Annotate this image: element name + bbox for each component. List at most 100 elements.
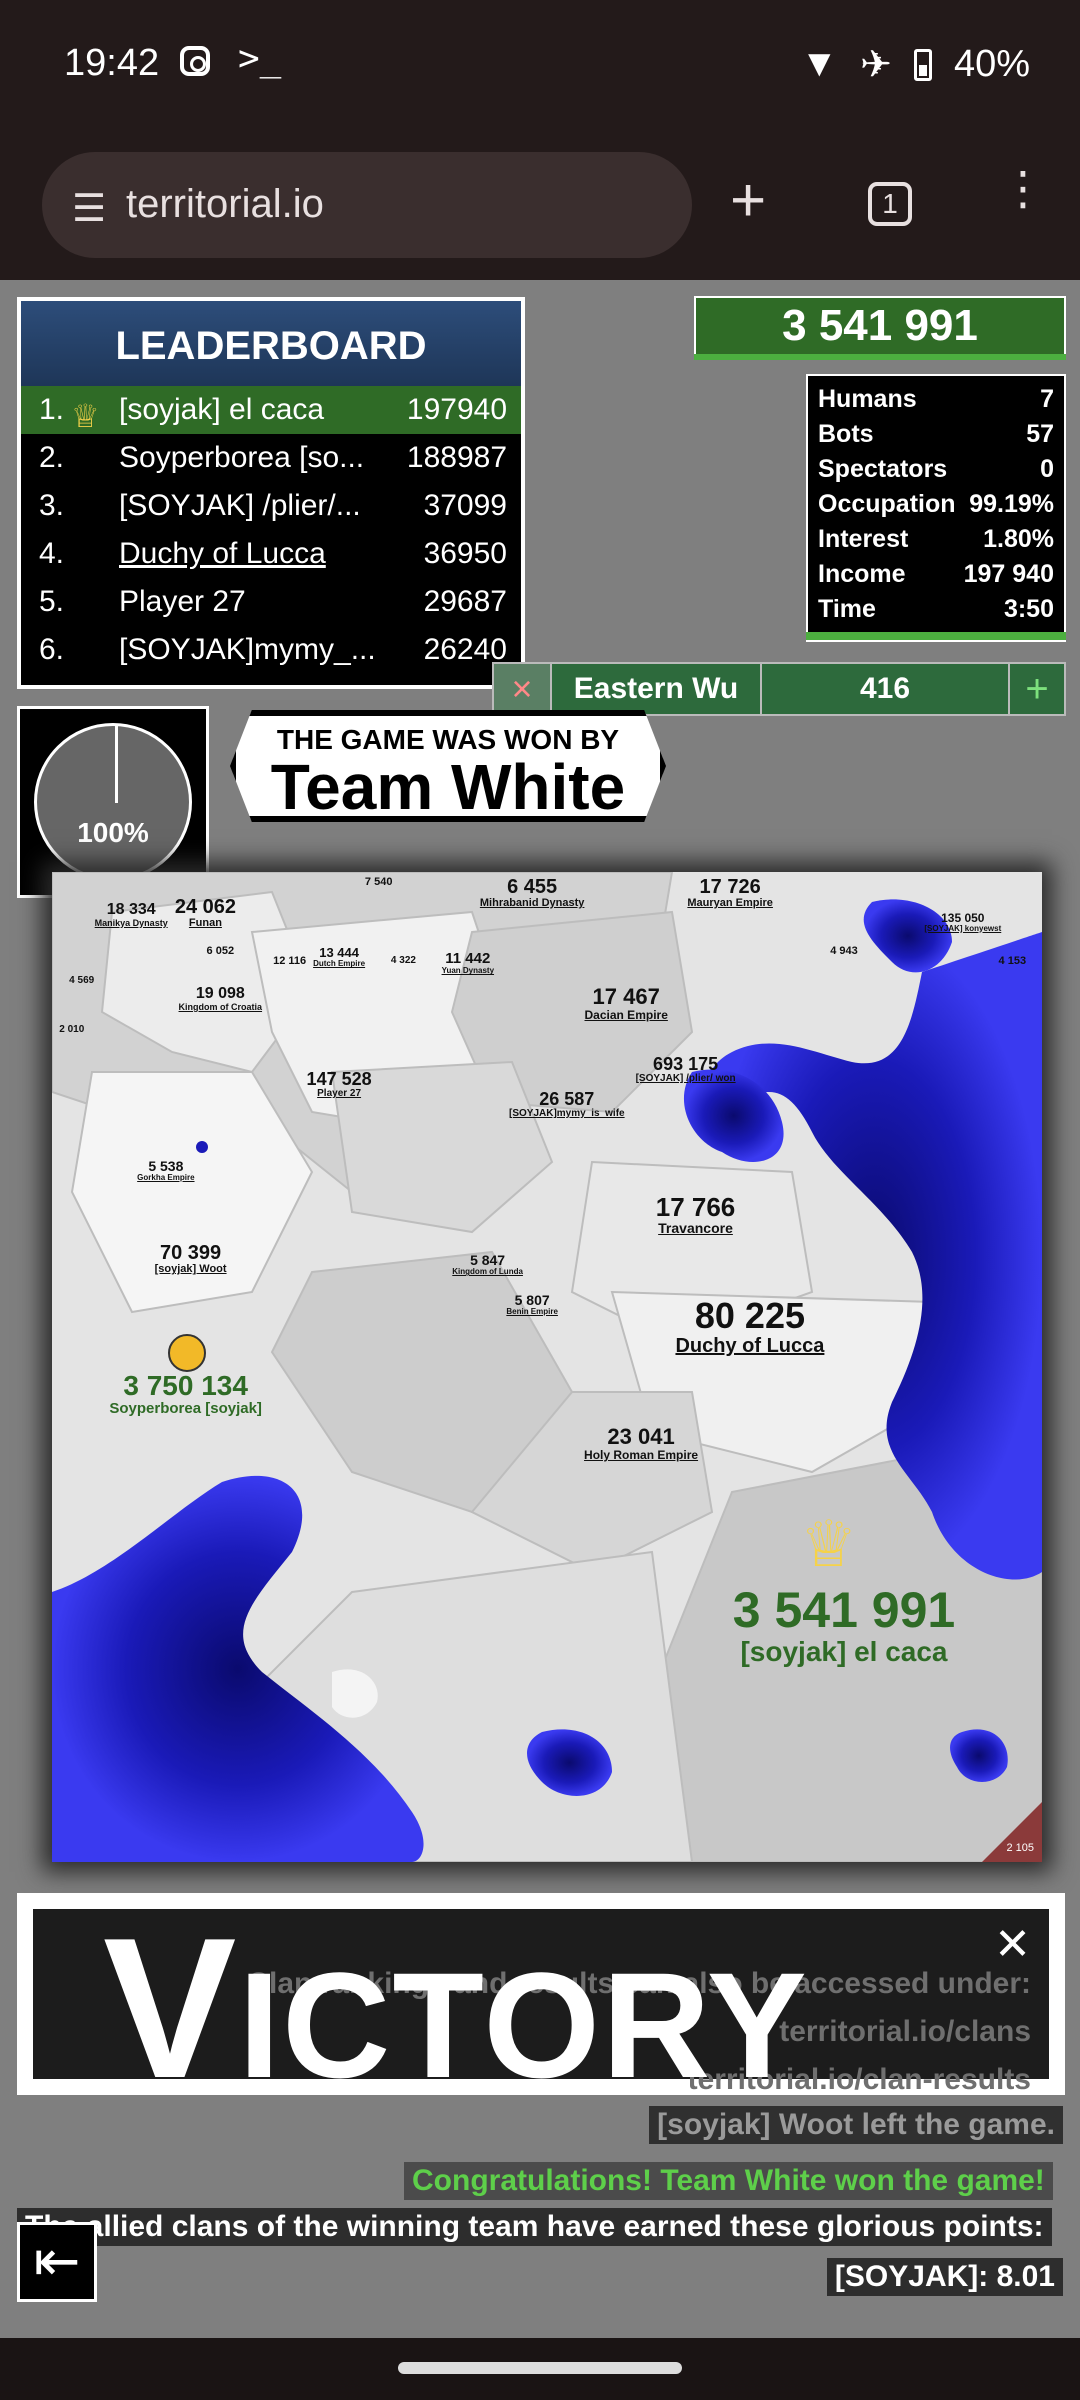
- territory-label: 19 098 Kingdom of Croatia: [179, 984, 263, 1013]
- leaderboard-rank: 2.: [39, 441, 65, 474]
- territory-label: 4 153: [999, 956, 1027, 967]
- leaderboard-score: 188987: [406, 441, 507, 474]
- target-close-button[interactable]: ×: [494, 664, 552, 714]
- target-add-button[interactable]: +: [1010, 664, 1064, 714]
- territory-count: 135 050: [941, 910, 985, 925]
- new-tab-button[interactable]: +: [730, 170, 766, 232]
- dial-circle: [34, 723, 192, 881]
- territory-label: 5 847 Kingdom of Lunda: [452, 1253, 523, 1277]
- stat-value: 0: [1040, 455, 1054, 483]
- score-bar: [694, 354, 1066, 360]
- chat-message: [soyjak] Woot left the game.: [649, 2106, 1063, 2144]
- territory-label: 7 540: [364, 875, 393, 888]
- stat-value: 197 940: [963, 560, 1054, 588]
- battery-icon: [913, 48, 932, 81]
- territory-label: 4 322: [391, 956, 416, 966]
- battery-percent: 40%: [953, 43, 1030, 85]
- target-value[interactable]: 416: [762, 664, 1010, 714]
- territory-count: 26 587: [539, 1088, 595, 1109]
- territory-count: 19 098: [195, 984, 245, 1002]
- territory-label: 693 175 [SOYJAK] /plier/ won: [636, 1055, 736, 1085]
- site-settings-icon[interactable]: ☰: [72, 186, 106, 231]
- leaderboard-score: 37099: [423, 489, 507, 522]
- territory-count: 18 334: [106, 900, 156, 918]
- territory-name: Manikya Dynasty: [94, 917, 168, 928]
- stats-progress-bar: [806, 632, 1066, 640]
- leaderboard-row[interactable]: 4. Duchy of Lucca 36950: [21, 530, 521, 578]
- leaderboard-rank: 1.: [39, 393, 65, 426]
- territory-name: Soyperborea [soyjak]: [109, 1399, 262, 1417]
- dial-needle: [115, 725, 118, 803]
- leaderboard-name: [SOYJAK]mymy_...: [119, 633, 376, 666]
- territory-count: 11 442: [445, 950, 491, 968]
- territory-count: 693 175: [653, 1054, 719, 1075]
- tab-switcher-button[interactable]: 1: [868, 182, 912, 226]
- territory-count: 7 540: [364, 875, 393, 888]
- territory-count: 5 847: [470, 1252, 506, 1269]
- dial-percent: 100%: [77, 817, 149, 848]
- territory-label: 5 807 Benin Empire: [506, 1293, 558, 1317]
- url-text[interactable]: territorial.io: [126, 182, 324, 227]
- leaderboard-row[interactable]: 5. Player 27 29687: [21, 578, 521, 626]
- victory-panel: Clan rankings and results can also be ac…: [17, 1893, 1065, 2109]
- territory-count: 80 225: [694, 1294, 805, 1336]
- territory-label: 17 726 Mauryan Empire: [687, 877, 773, 910]
- victory-title: VICTORY: [103, 1909, 809, 2109]
- attack-percent-dial[interactable]: 100%: [17, 706, 209, 898]
- territory-label: 70 399 [soyjak] Woot: [155, 1243, 227, 1276]
- leaderboard-row[interactable]: 2. Soyperborea [so... 188987: [21, 434, 521, 482]
- leaderboard-name: Soyperborea [so...: [119, 441, 365, 474]
- territory-count: 6 455: [507, 875, 558, 898]
- stat-label: Interest: [818, 525, 909, 553]
- leaderboard-rank: 4.: [39, 537, 65, 570]
- map-terrain: [52, 872, 1042, 1862]
- winner-team: Team White: [270, 751, 626, 823]
- territory-name: Yuan Dynasty: [441, 966, 495, 976]
- stat-label: Spectators: [818, 455, 948, 483]
- territory-count: 3 541 991: [732, 1581, 956, 1638]
- allied-message: The allied clans of the winning team hav…: [17, 2208, 1052, 2246]
- territory-label: 11 442 Yuan Dynasty: [442, 951, 494, 976]
- territory-count: 5 538: [148, 1158, 184, 1175]
- stat-row: Humans 7: [818, 382, 1054, 417]
- browser-menu-icon[interactable]: ⋮: [1000, 165, 1046, 211]
- player-score: 3 541 991: [694, 296, 1066, 356]
- leaderboard-score: 29687: [423, 585, 507, 618]
- territory-name: Kingdom of Lunda: [452, 1267, 523, 1277]
- territory-label: 23 041 Holy Roman Empire: [584, 1424, 699, 1463]
- territory-count: 12 116: [273, 955, 307, 968]
- territory-name: Player 27: [317, 1088, 362, 1099]
- territory-count: 17 467: [592, 983, 660, 1009]
- territory-name: [soyjak] el caca: [740, 1635, 948, 1667]
- leaderboard-score: 197940: [406, 393, 507, 426]
- stat-row: Time 3:50: [818, 592, 1054, 627]
- leaderboard-row[interactable]: 6. [SOYJAK]mymy_... 26240: [21, 626, 521, 674]
- leaderboard-row[interactable]: 3. [SOYJAK] /plier/... 37099: [21, 482, 521, 530]
- territory-name: Holy Roman Empire: [584, 1448, 699, 1463]
- stats-panel: Humans 7 Bots 57 Spectators 0 Occupation 99.…: [806, 374, 1066, 642]
- home-gesture-handle[interactable]: [398, 2362, 682, 2374]
- territory-label: 147 528 Player 27: [307, 1070, 372, 1100]
- territory-label: 6 455 Mihrabanid Dynasty: [480, 877, 585, 910]
- territory-label: 4 569: [69, 975, 94, 986]
- game-map[interactable]: 18 334 Manikya Dynasty 24 062 Funan 7 540 6 4…: [52, 872, 1042, 1862]
- territory-label: 3 541 991 [soyjak] el caca: [733, 1585, 955, 1669]
- target-name[interactable]: Eastern Wu: [552, 664, 762, 714]
- territory-label: 18 334 Manikya Dynasty: [94, 900, 168, 929]
- territory-count: 4 153: [998, 955, 1027, 968]
- territory-name: [SOYJAK] /plier/ won: [635, 1073, 736, 1085]
- territory-count: 24 062: [174, 895, 237, 918]
- url-bar[interactable]: ☰ territorial.io: [42, 152, 692, 258]
- territory-label: 24 062 Funan: [175, 897, 236, 930]
- territory-count: 23 041: [607, 1424, 675, 1450]
- close-icon[interactable]: ✕: [994, 1919, 1031, 1970]
- stat-value: 99.19%: [969, 490, 1054, 518]
- leaderboard-row[interactable]: 1. ♕ [soyjak] el caca 197940: [21, 386, 521, 434]
- status-bar: 19:42 >_ ▼ ✈ 40%: [0, 0, 1080, 130]
- territory-count: 4 322: [390, 955, 416, 967]
- territory-count: 147 528: [306, 1069, 372, 1089]
- congrats-message: Congratulations! Team White won the game…: [404, 2162, 1053, 2200]
- territory-count: 17 726: [699, 875, 761, 898]
- stat-label: Time: [818, 595, 876, 623]
- exit-game-button[interactable]: ⇤: [17, 2222, 97, 2302]
